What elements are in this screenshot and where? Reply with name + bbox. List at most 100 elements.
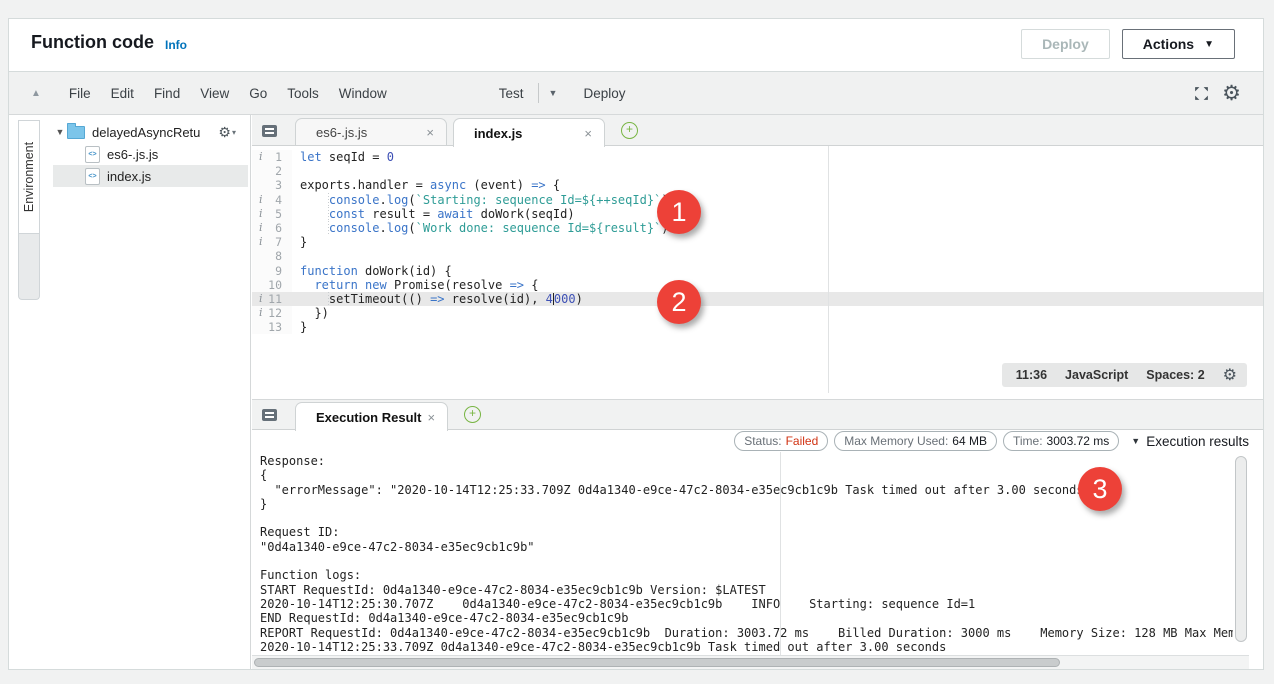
code-line-10[interactable]: 10 return new Promise(resolve => { xyxy=(252,278,1263,292)
fullscreen-icon[interactable] xyxy=(1193,85,1210,102)
close-tab-icon[interactable]: × xyxy=(427,410,435,425)
line-number: 13 xyxy=(252,320,292,334)
code-token: => xyxy=(531,178,545,192)
console-new-tab-icon[interactable]: + xyxy=(464,406,481,423)
execution-results-toggle[interactable]: ▼ Execution results xyxy=(1131,434,1249,449)
vertical-scrollbar[interactable] xyxy=(1235,456,1247,642)
file-item-es6-.js.js[interactable]: <>es6-.js.js xyxy=(53,143,248,165)
collapse-editor-icon[interactable]: ▲ xyxy=(31,88,41,99)
code-token: resolve(id), xyxy=(445,292,546,306)
tab-es6-.js.js[interactable]: es6-.js.js× xyxy=(295,118,447,145)
badge-value: Failed xyxy=(786,434,819,448)
file-item-index.js[interactable]: <> index.js xyxy=(53,165,248,187)
line-number: 2 xyxy=(252,164,292,178)
time-badge: Time:3003.72 ms xyxy=(1003,431,1119,451)
code-line-3[interactable]: 3exports.handler = async (event) => { xyxy=(252,178,1263,192)
menu-item-window[interactable]: Window xyxy=(329,80,397,107)
test-dropdown-icon[interactable]: ▼ xyxy=(543,88,564,98)
close-tab-icon[interactable]: × xyxy=(426,125,434,140)
line-number: i4 xyxy=(252,193,292,207)
editor-tabs: es6-.js.js×index.js× xyxy=(295,118,611,145)
deploy-button[interactable]: Deploy xyxy=(1021,29,1110,59)
file-name: es6-.js.js xyxy=(107,147,158,162)
info-link[interactable]: Info xyxy=(165,38,187,52)
execution-results-label: Execution results xyxy=(1146,434,1249,449)
menu-item-file[interactable]: File xyxy=(59,80,101,107)
code-token: (event) xyxy=(466,178,531,192)
language-mode[interactable]: JavaScript xyxy=(1065,368,1128,382)
info-icon: i xyxy=(259,193,263,207)
code-token: seqId = xyxy=(322,150,387,164)
code-line-12[interactable]: i12 }) xyxy=(252,306,1263,320)
code-line-13[interactable]: 13} xyxy=(252,320,1263,334)
file-name: index.js xyxy=(107,169,151,184)
menu-item-deploy[interactable]: Deploy xyxy=(573,80,635,107)
memory-badge: Max Memory Used: 64 MB xyxy=(834,431,997,451)
tree-settings-gear-icon[interactable]: ⚙▾ xyxy=(218,124,236,141)
console-tabs: Execution Result × xyxy=(295,402,454,429)
code-line-9[interactable]: 9function doWork(id) { xyxy=(252,264,1263,278)
environment-tab-label: Environment xyxy=(22,142,36,212)
menu-item-view[interactable]: View xyxy=(190,80,239,107)
badge-label: Status: xyxy=(744,434,781,448)
menu-item-go[interactable]: Go xyxy=(239,80,277,107)
js-file-icon: <> xyxy=(85,168,100,185)
folder-disclosure-icon[interactable]: ▼ xyxy=(53,127,67,137)
code-token: result = xyxy=(365,207,437,221)
menu-item-find[interactable]: Find xyxy=(144,80,190,107)
tab-list-icon[interactable] xyxy=(262,125,277,137)
close-tab-icon[interactable]: × xyxy=(584,126,592,141)
code-line-7[interactable]: i7} xyxy=(252,235,1263,249)
code-text: setTimeout(() => resolve(id), 4000) xyxy=(292,292,583,306)
code-line-1[interactable]: i1let seqId = 0 xyxy=(252,150,1263,164)
code-line-6[interactable]: i6 console.log(`Work done: sequence Id=$… xyxy=(252,221,1263,235)
code-token: 4 xyxy=(546,292,553,306)
menu-item-tools[interactable]: Tools xyxy=(277,80,329,107)
code-text: return new Promise(resolve => { xyxy=(292,278,538,292)
line-number: i5 xyxy=(252,207,292,221)
callout-1: 1 xyxy=(657,190,701,234)
actions-button[interactable]: Actions ▼ xyxy=(1122,29,1235,59)
code-token xyxy=(358,278,365,292)
code-text xyxy=(292,164,300,178)
console-output-line: END RequestId: 0d4a1340-e9ce-47c2-8034-e… xyxy=(260,611,1233,625)
tab-label: Execution Result xyxy=(316,410,421,425)
code-text: }) xyxy=(292,306,329,320)
statusbar-gear-icon[interactable]: ⚙ xyxy=(1223,365,1237,385)
code-line-2[interactable]: 2 xyxy=(252,164,1263,178)
code-token: } xyxy=(300,235,307,249)
code-token: { xyxy=(524,278,538,292)
tab-index.js[interactable]: index.js× xyxy=(453,118,605,147)
code-editor[interactable]: i1let seqId = 023exports.handler = async… xyxy=(252,146,1263,393)
badge-value: 64 MB xyxy=(952,434,987,448)
code-line-5[interactable]: i5 const result = await doWork(seqId) xyxy=(252,207,1263,221)
line-number: i12 xyxy=(252,306,292,320)
menu-item-edit[interactable]: Edit xyxy=(101,80,144,107)
code-token: { xyxy=(546,178,560,192)
cursor-position[interactable]: 11:36 xyxy=(1016,368,1047,382)
line-number: i7 xyxy=(252,235,292,249)
badge-label: Time: xyxy=(1013,434,1043,448)
tab-execution-result[interactable]: Execution Result × xyxy=(295,402,448,431)
horizontal-scrollbar[interactable] xyxy=(254,658,1060,667)
code-token: return xyxy=(314,278,357,292)
code-token: const xyxy=(329,207,365,221)
new-tab-icon[interactable]: + xyxy=(621,122,638,139)
info-icon: i xyxy=(259,207,263,221)
code-line-8[interactable]: 8 xyxy=(252,249,1263,263)
badge-label: Max Memory Used: xyxy=(844,434,948,448)
environment-tab-strip xyxy=(18,234,40,300)
console-tab-list-icon[interactable] xyxy=(262,409,277,421)
actions-button-label: Actions xyxy=(1143,36,1194,52)
code-token: ( xyxy=(408,221,415,235)
ide-settings-gear-icon[interactable]: ⚙ xyxy=(1222,83,1241,104)
info-icon: i xyxy=(259,235,263,249)
code-token: console xyxy=(329,221,380,235)
environment-tab[interactable]: Environment xyxy=(18,120,40,234)
line-number: i6 xyxy=(252,221,292,235)
code-line-11[interactable]: i11 setTimeout(() => resolve(id), 4000) xyxy=(252,292,1263,306)
folder-item[interactable]: ▼ delayedAsyncReturn ⚙▾ xyxy=(53,121,248,143)
menu-item-test[interactable]: Test xyxy=(489,80,534,107)
indent-setting[interactable]: Spaces: 2 xyxy=(1146,368,1204,382)
code-line-4[interactable]: i4 console.log(`Starting: sequence Id=${… xyxy=(252,193,1263,207)
